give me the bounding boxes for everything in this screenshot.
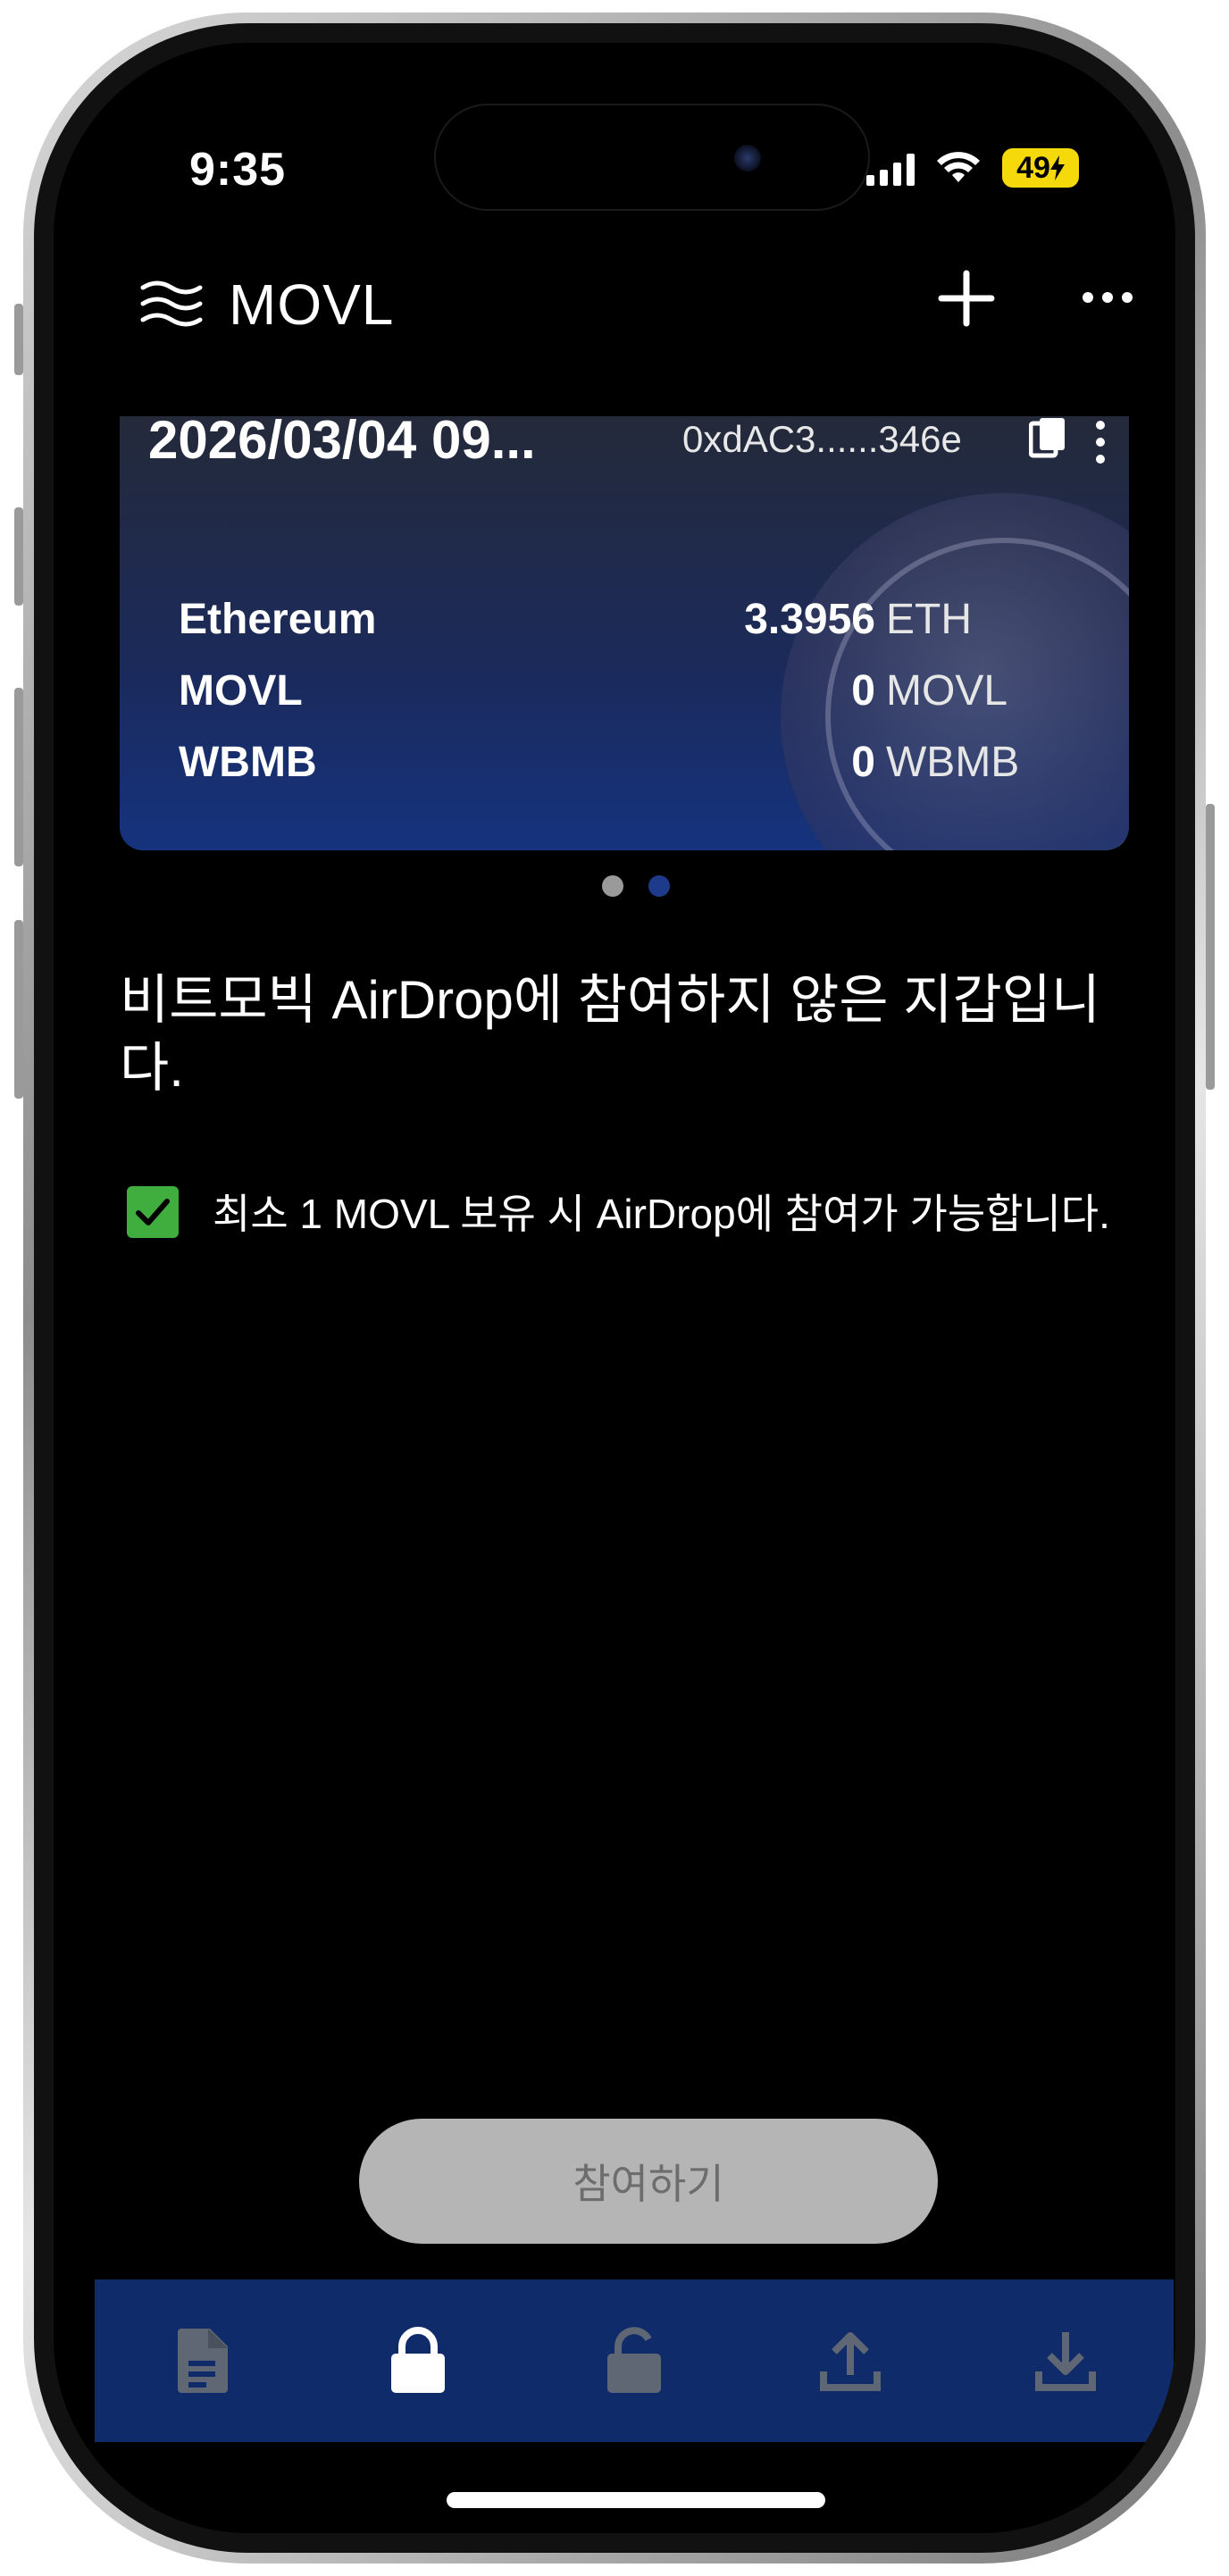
token-amount: 3.3956 <box>744 596 875 643</box>
cellular-signal-icon <box>866 150 915 186</box>
token-unit: MOVL <box>886 667 1008 715</box>
token-row-movl: MOVL 0 MOVL <box>179 666 1099 738</box>
wallet-card[interactable]: 2026/03/04 09... 0xdAC3......346e Ethere… <box>120 416 1129 850</box>
upload-icon <box>819 2332 881 2391</box>
token-row-ethereum: Ethereum 3.3956 ETH <box>179 595 1099 666</box>
action-button <box>14 920 23 1099</box>
nav-item-document[interactable] <box>149 2307 256 2414</box>
document-icon <box>177 2329 228 2393</box>
charging-bolt-icon <box>1049 155 1065 180</box>
power-button <box>1206 804 1215 1090</box>
add-icon[interactable] <box>938 270 995 327</box>
status-indicators: 49 <box>866 143 1079 193</box>
nav-item-download[interactable] <box>1012 2307 1119 2414</box>
wallet-date: 2026/03/04 09... <box>148 416 536 470</box>
token-amount: 0 <box>851 739 875 786</box>
token-name: WBMB <box>179 739 317 786</box>
join-button[interactable]: 참여하기 <box>359 2119 938 2244</box>
card-pager <box>602 875 670 897</box>
app-screen: 9:35 49 MOVL 2026/03/04 09... 0xdAC3....… <box>54 43 1175 2533</box>
token-list: Ethereum 3.3956 ETH MOVL 0 MOVL WBMB 0 W… <box>179 595 1099 809</box>
token-amount: 0 <box>851 667 875 715</box>
copy-icon[interactable] <box>1029 416 1066 461</box>
phone-bezel: 9:35 49 MOVL 2026/03/04 09... 0xdAC3....… <box>34 23 1195 2553</box>
requirement-text: 최소 1 MOVL 보유 시 AirDrop에 참여가 가능합니다. <box>213 1191 1110 1237</box>
wallet-address: 0xdAC3......346e <box>682 418 962 460</box>
token-row-wbmb: WBMB 0 WBMB <box>179 738 1099 809</box>
wifi-icon <box>937 152 980 182</box>
status-time: 9:35 <box>189 144 287 196</box>
waves-menu-icon[interactable] <box>139 277 204 330</box>
lock-icon <box>391 2327 446 2393</box>
download-icon <box>1035 2332 1097 2391</box>
home-indicator[interactable] <box>447 2492 825 2508</box>
token-unit: ETH <box>886 596 972 643</box>
camera-icon <box>734 145 761 171</box>
volume-up-button <box>14 507 23 606</box>
silent-switch <box>14 304 23 375</box>
volume-down-button <box>14 688 23 866</box>
nav-item-unlock[interactable] <box>581 2307 688 2414</box>
wallet-menu-icon[interactable] <box>1091 418 1109 466</box>
phone-frame: 9:35 49 MOVL 2026/03/04 09... 0xdAC3....… <box>23 13 1206 2563</box>
more-options-icon[interactable] <box>1081 284 1134 311</box>
dynamic-island <box>434 104 870 211</box>
token-name: MOVL <box>179 667 303 715</box>
battery-level: 49 <box>1016 150 1050 185</box>
pager-dot-2[interactable] <box>648 875 670 897</box>
unlock-icon <box>606 2327 661 2393</box>
token-name: Ethereum <box>179 596 377 643</box>
battery-icon: 49 <box>1002 148 1079 188</box>
checkmark-icon <box>136 1199 170 1225</box>
nav-item-lock[interactable] <box>364 2307 472 2414</box>
airdrop-status-message: 비트모빅 AirDrop에 참여하지 않은 지갑입니다. <box>120 970 1101 1098</box>
bottom-nav <box>95 2279 1174 2442</box>
pager-dot-1[interactable] <box>602 875 623 897</box>
requirement-checkbox <box>127 1186 179 1238</box>
app-title: MOVL <box>229 272 395 337</box>
nav-item-upload[interactable] <box>797 2307 904 2414</box>
token-unit: WBMB <box>886 739 1020 786</box>
